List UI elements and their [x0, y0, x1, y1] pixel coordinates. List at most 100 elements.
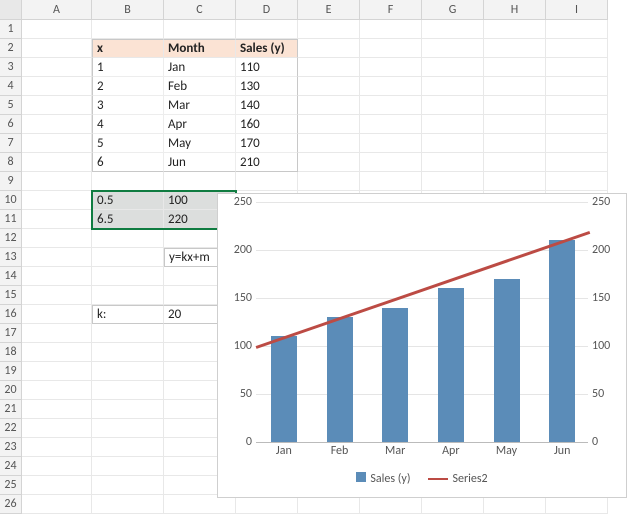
cell-G6[interactable] [422, 115, 484, 134]
cell-H2[interactable] [484, 39, 546, 58]
row-header-5[interactable]: 5 [0, 96, 22, 115]
cell-B15[interactable] [92, 286, 164, 305]
cell-B7[interactable]: 5 [92, 134, 164, 153]
cell-F5[interactable] [360, 96, 422, 115]
cell-G9[interactable] [422, 172, 484, 191]
row-header-21[interactable]: 21 [0, 400, 22, 419]
cell-I2[interactable] [546, 39, 608, 58]
row-header-18[interactable]: 18 [0, 343, 22, 362]
cell-C7[interactable]: May [164, 134, 236, 153]
cell-A3[interactable] [22, 58, 92, 77]
cell-A19[interactable] [22, 362, 92, 381]
cell-H1[interactable] [484, 20, 546, 39]
select-all-corner[interactable] [0, 0, 22, 20]
cell-G1[interactable] [422, 20, 484, 39]
col-header-C[interactable]: C [164, 0, 236, 20]
cell-B16[interactable]: k: [92, 305, 164, 324]
row-header-6[interactable]: 6 [0, 115, 22, 134]
cell-A20[interactable] [22, 381, 92, 400]
cell-D9[interactable] [236, 172, 298, 191]
cell-B1[interactable] [92, 20, 164, 39]
cell-A9[interactable] [22, 172, 92, 191]
cell-G7[interactable] [422, 134, 484, 153]
row-header-13[interactable]: 13 [0, 248, 22, 267]
cell-F9[interactable] [360, 172, 422, 191]
cell-H5[interactable] [484, 96, 546, 115]
cell-A22[interactable] [22, 419, 92, 438]
cell-B2[interactable]: x [92, 39, 164, 58]
cell-B21[interactable] [92, 400, 164, 419]
row-header-14[interactable]: 14 [0, 267, 22, 286]
cell-I8[interactable] [546, 153, 608, 172]
row-header-24[interactable]: 24 [0, 457, 22, 476]
cell-I9[interactable] [546, 172, 608, 191]
col-header-A[interactable]: A [22, 0, 92, 20]
cell-B11[interactable]: 6.5 [92, 210, 164, 229]
row-header-4[interactable]: 4 [0, 77, 22, 96]
cell-B13[interactable] [92, 248, 164, 267]
row-header-15[interactable]: 15 [0, 286, 22, 305]
cell-D7[interactable]: 170 [236, 134, 298, 153]
cell-C2[interactable]: Month [164, 39, 236, 58]
col-header-B[interactable]: B [92, 0, 164, 20]
spreadsheet[interactable]: ABCDEFGHI 123456789101112131415161718192… [0, 0, 638, 518]
cell-E6[interactable] [298, 115, 360, 134]
cell-G8[interactable] [422, 153, 484, 172]
cell-A21[interactable] [22, 400, 92, 419]
cell-H3[interactable] [484, 58, 546, 77]
cell-H6[interactable] [484, 115, 546, 134]
cell-B22[interactable] [92, 419, 164, 438]
cell-I6[interactable] [546, 115, 608, 134]
cell-I7[interactable] [546, 134, 608, 153]
cell-A10[interactable] [22, 191, 92, 210]
cell-D8[interactable]: 210 [236, 153, 298, 172]
row-header-8[interactable]: 8 [0, 153, 22, 172]
cell-A6[interactable] [22, 115, 92, 134]
cell-A8[interactable] [22, 153, 92, 172]
cell-A12[interactable] [22, 229, 92, 248]
cell-A2[interactable] [22, 39, 92, 58]
cell-B20[interactable] [92, 381, 164, 400]
cell-D6[interactable]: 160 [236, 115, 298, 134]
cell-C8[interactable]: Jun [164, 153, 236, 172]
cell-G3[interactable] [422, 58, 484, 77]
row-header-1[interactable]: 1 [0, 20, 22, 39]
cell-H9[interactable] [484, 172, 546, 191]
cell-A25[interactable] [22, 476, 92, 495]
cell-B25[interactable] [92, 476, 164, 495]
col-header-E[interactable]: E [298, 0, 360, 20]
cell-C4[interactable]: Feb [164, 77, 236, 96]
row-header-20[interactable]: 20 [0, 381, 22, 400]
cell-E4[interactable] [298, 77, 360, 96]
col-header-F[interactable]: F [360, 0, 422, 20]
cell-B4[interactable]: 2 [92, 77, 164, 96]
cell-E2[interactable] [298, 39, 360, 58]
cell-A4[interactable] [22, 77, 92, 96]
row-header-19[interactable]: 19 [0, 362, 22, 381]
cell-B24[interactable] [92, 457, 164, 476]
cell-B14[interactable] [92, 267, 164, 286]
col-header-H[interactable]: H [484, 0, 546, 20]
cell-C5[interactable]: Mar [164, 96, 236, 115]
col-header-I[interactable]: I [546, 0, 608, 20]
cell-D2[interactable]: Sales (y) [236, 39, 298, 58]
cell-F1[interactable] [360, 20, 422, 39]
cell-B12[interactable] [92, 229, 164, 248]
row-header-12[interactable]: 12 [0, 229, 22, 248]
cell-H4[interactable] [484, 77, 546, 96]
cell-E8[interactable] [298, 153, 360, 172]
cell-C6[interactable]: Apr [164, 115, 236, 134]
cell-E1[interactable] [298, 20, 360, 39]
cell-I3[interactable] [546, 58, 608, 77]
row-header-7[interactable]: 7 [0, 134, 22, 153]
cell-A18[interactable] [22, 343, 92, 362]
cell-A5[interactable] [22, 96, 92, 115]
cell-D5[interactable]: 140 [236, 96, 298, 115]
cell-C3[interactable]: Jan [164, 58, 236, 77]
cell-D4[interactable]: 130 [236, 77, 298, 96]
cell-H8[interactable] [484, 153, 546, 172]
cell-C9[interactable] [164, 172, 236, 191]
row-header-16[interactable]: 16 [0, 305, 22, 324]
cell-I1[interactable] [546, 20, 608, 39]
cell-F4[interactable] [360, 77, 422, 96]
